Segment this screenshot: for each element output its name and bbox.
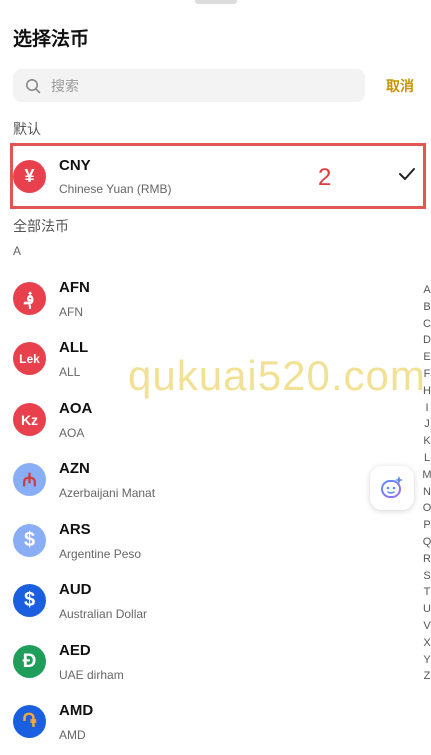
index-letter[interactable]: L bbox=[424, 450, 430, 467]
currency-row-azn[interactable]: ₼ AZN Azerbaijani Manat bbox=[0, 449, 415, 509]
currency-name: ALL bbox=[59, 365, 81, 379]
currency-code: AZN bbox=[59, 460, 90, 477]
index-letter[interactable]: I bbox=[425, 400, 428, 417]
default-section-label: 默认 bbox=[13, 121, 41, 137]
index-letter[interactable]: T bbox=[424, 584, 431, 601]
letter-header-a: A bbox=[13, 244, 22, 258]
index-letter[interactable]: A bbox=[423, 282, 430, 299]
dollar-icon: $ bbox=[13, 524, 46, 557]
currency-code: AFN bbox=[59, 279, 90, 296]
index-letter[interactable]: P bbox=[423, 517, 430, 534]
index-letter[interactable]: V bbox=[423, 618, 430, 635]
currency-row-aed[interactable]: Đ AED UAE dirham bbox=[0, 631, 415, 691]
currency-name: Argentine Peso bbox=[59, 547, 142, 561]
checkmark-icon bbox=[399, 168, 415, 180]
index-letter[interactable]: M bbox=[422, 467, 431, 484]
index-letter[interactable]: O bbox=[423, 500, 431, 517]
index-letter[interactable]: U bbox=[423, 601, 431, 618]
currency-code: AED bbox=[59, 642, 91, 659]
index-letter[interactable]: S bbox=[423, 568, 430, 585]
page-title: 选择法币 bbox=[13, 29, 90, 50]
ai-assistant-icon bbox=[381, 476, 403, 498]
currency-code: AUD bbox=[59, 581, 92, 598]
currency-row-afn[interactable]: ؋ AFN AFN bbox=[0, 268, 415, 328]
sheet-grabber[interactable] bbox=[195, 0, 237, 4]
kwanza-icon: Kz bbox=[13, 403, 46, 436]
index-letter[interactable]: Q bbox=[423, 534, 431, 551]
currency-code: AMD bbox=[59, 702, 94, 719]
currency-name: Australian Dollar bbox=[59, 607, 148, 621]
index-letter[interactable]: Z bbox=[424, 668, 431, 685]
currency-row-amd[interactable]: ֏ AMD AMD bbox=[0, 691, 415, 751]
currency-row-aud[interactable]: $ AUD Australian Dollar bbox=[0, 570, 415, 630]
currency-row-ars[interactable]: $ ARS Argentine Peso bbox=[0, 510, 415, 570]
dollar-icon: $ bbox=[13, 584, 46, 617]
currency-code: AOA bbox=[59, 400, 93, 417]
index-letter[interactable]: Y bbox=[423, 652, 430, 669]
index-letter[interactable]: B bbox=[423, 299, 430, 316]
index-letter[interactable]: D bbox=[423, 332, 431, 349]
dirham-icon: Đ bbox=[13, 645, 46, 678]
watermark: qukuai520.com bbox=[128, 352, 426, 399]
dram-icon: ֏ bbox=[13, 705, 46, 738]
currency-name: UAE dirham bbox=[59, 668, 124, 682]
ai-assistant-button[interactable] bbox=[370, 466, 414, 510]
index-letter[interactable]: R bbox=[423, 551, 431, 568]
index-letter[interactable]: N bbox=[423, 484, 431, 501]
index-letter[interactable]: X bbox=[423, 635, 430, 652]
afghani-icon: ؋ bbox=[13, 282, 46, 315]
alphabet-index[interactable]: A B C D E F H I J K L M N O P Q R S T U … bbox=[420, 282, 431, 685]
annotation-number: 2 bbox=[318, 164, 332, 191]
currency-name: AFN bbox=[59, 305, 83, 319]
index-letter[interactable]: J bbox=[424, 416, 430, 433]
currency-name: AMD bbox=[59, 728, 86, 742]
search-icon bbox=[26, 78, 41, 93]
cancel-button[interactable]: 取消 bbox=[386, 76, 414, 96]
index-letter[interactable]: C bbox=[423, 316, 431, 333]
currency-name: Azerbaijani Manat bbox=[59, 486, 156, 500]
search-input[interactable] bbox=[49, 76, 333, 95]
currency-code: ARS bbox=[59, 521, 91, 538]
currency-code: ALL bbox=[59, 339, 89, 356]
search-bar[interactable] bbox=[13, 69, 365, 102]
manat-icon: ₼ bbox=[13, 463, 46, 496]
currency-name: AOA bbox=[59, 426, 85, 440]
all-currencies-label: 全部法币 bbox=[13, 218, 69, 234]
highlight-box bbox=[10, 143, 426, 209]
lek-icon: Lek bbox=[13, 342, 46, 375]
index-letter[interactable]: K bbox=[423, 433, 430, 450]
